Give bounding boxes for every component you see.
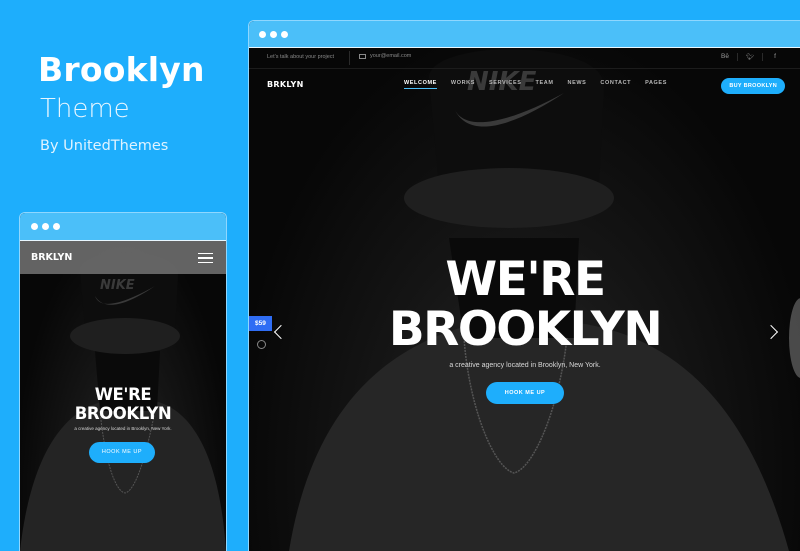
nav-item-team[interactable]: TEAM bbox=[536, 80, 554, 89]
envelope-icon bbox=[359, 53, 366, 59]
mobile-browser-mockup: NIKE BRKLYN WE'RE BROOKLYN a creative ag… bbox=[19, 212, 227, 551]
nav-item-pages[interactable]: PAGES bbox=[645, 80, 667, 89]
topbar-divider bbox=[349, 51, 350, 65]
cap-logo-text: NIKE bbox=[100, 278, 135, 293]
behance-icon[interactable]: Bē bbox=[713, 53, 737, 61]
nav-item-welcome[interactable]: WELCOME bbox=[404, 80, 437, 89]
email-text: your@email.com bbox=[370, 53, 412, 59]
topbar-email[interactable]: your@email.com bbox=[359, 53, 411, 59]
mobile-hero-title: WE'RE BROOKLYN bbox=[20, 385, 226, 423]
desktop-navbar: BRKLYN WELCOME WORKS SERVICES TEAM NEWS … bbox=[249, 69, 800, 99]
nav-item-contact[interactable]: CONTACT bbox=[600, 80, 631, 89]
hero-title-line2: BROOKLYN bbox=[388, 302, 663, 357]
mobile-navbar: BRKLYN bbox=[20, 241, 226, 274]
nav-item-works[interactable]: WORKS bbox=[451, 80, 475, 89]
mobile-hook-me-up-button[interactable]: HOOK ME UP bbox=[89, 442, 155, 463]
main-menu: WELCOME WORKS SERVICES TEAM NEWS CONTACT… bbox=[404, 80, 667, 89]
promo-author: By UnitedThemes bbox=[40, 138, 169, 154]
mobile-site-logo[interactable]: BRKLYN bbox=[31, 252, 72, 263]
mobile-hero-subtitle: a creative agency located in Brooklyn, N… bbox=[74, 426, 172, 431]
price-badge[interactable]: $59 bbox=[249, 316, 272, 331]
hook-me-up-button[interactable]: HOOK ME UP bbox=[486, 382, 564, 404]
gear-icon[interactable] bbox=[257, 340, 266, 349]
hero-title: WE'RE BROOKLYN bbox=[249, 255, 800, 355]
browser-title-bar bbox=[20, 213, 226, 241]
social-links: Bē 🐦︎ f bbox=[713, 53, 787, 61]
window-dots bbox=[259, 31, 288, 38]
window-dots bbox=[31, 223, 60, 230]
hero-title-line1: WE'RE bbox=[445, 252, 606, 307]
hamburger-menu-icon[interactable] bbox=[198, 253, 213, 266]
desktop-topbar: Let's talk about your project your@email… bbox=[249, 48, 800, 69]
buy-brooklyn-button[interactable]: BUY BROOKLYN bbox=[721, 78, 785, 94]
browser-title-bar bbox=[249, 21, 800, 48]
promo-title: Brooklyn bbox=[38, 50, 205, 89]
mobile-hero-title-line2: BROOKLYN bbox=[74, 404, 172, 423]
twitter-icon[interactable]: 🐦︎ bbox=[737, 53, 762, 61]
site-logo[interactable]: BRKLYN bbox=[267, 80, 304, 89]
facebook-icon[interactable]: f bbox=[762, 53, 787, 61]
hero-subtitle: a creative agency located in Brooklyn, N… bbox=[449, 362, 601, 369]
mobile-hero-title-line1: WE'RE bbox=[94, 385, 152, 404]
topbar-tagline: Let's talk about your project bbox=[267, 54, 335, 60]
nav-item-news[interactable]: NEWS bbox=[568, 80, 587, 89]
nav-item-services[interactable]: SERVICES bbox=[489, 80, 522, 89]
promo-subtitle: Theme bbox=[40, 94, 130, 124]
desktop-browser-mockup: NIKE Let's talk about your project your@… bbox=[248, 20, 800, 551]
